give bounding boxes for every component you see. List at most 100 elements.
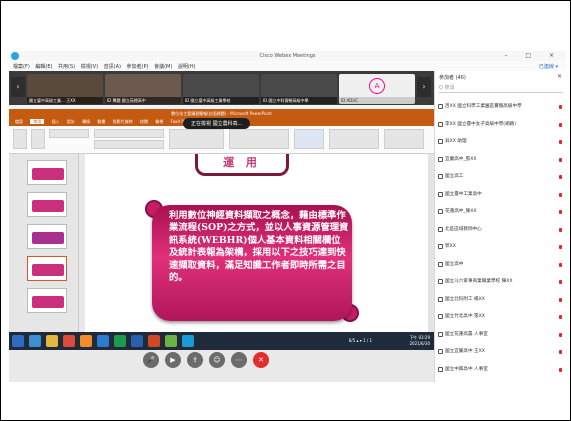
participant-item[interactable]: 呂XX 國立科學工業園區實驗高級中學 [435,98,566,116]
menu-participants[interactable]: 參加者(P) [127,64,149,70]
firefox-icon[interactable] [80,335,92,347]
slide-thumbnail[interactable] [27,288,67,313]
line-icon[interactable] [165,335,177,347]
slide-thumbnail[interactable] [27,224,67,249]
muted-mic-icon[interactable] [559,192,562,197]
muted-mic-icon[interactable] [559,332,562,337]
ppt-tab[interactable]: 轉換 [82,119,90,124]
video-tile-avatar[interactable]: A ID ADUC [339,74,415,104]
participant-item[interactable]: 國立中興高中 人事室 [435,361,566,379]
edge-icon[interactable] [97,335,109,347]
participant-item[interactable]: 翁XX 助理 [435,133,566,151]
video-icon[interactable]: ▶ [165,352,181,368]
participant-item[interactable]: 國立北科附工 楊XX [435,291,566,309]
muted-mic-icon[interactable] [559,280,562,284]
participant-item[interactable]: 李XX 國立臺中女子高級中學(網路) [435,116,566,134]
quick-styles-button[interactable] [294,129,324,149]
menu-edit[interactable]: 編輯(E) [35,64,52,70]
paste-button[interactable] [13,129,27,149]
powerpoint-icon[interactable] [148,335,160,347]
connection-status[interactable]: 已連線 ▾ [539,63,558,70]
participant-item[interactable]: 國立臺中工業高中 [435,186,566,204]
slide-thumbnail[interactable] [27,192,67,217]
strip-next-button[interactable]: › [417,77,431,97]
muted-mic-icon[interactable] [559,175,562,179]
shape-fill-group[interactable] [329,129,379,149]
muted-mic-icon[interactable] [559,315,562,319]
ppt-tab[interactable]: 投影片放映 [113,119,133,124]
ppt-tab[interactable]: 插入 [52,119,60,124]
window-controls[interactable]: – □ × [504,52,562,59]
layout-button[interactable] [49,129,89,138]
participant-item[interactable]: 國立竹北高中 張XX [435,308,566,326]
muted-mic-icon[interactable] [559,157,562,162]
close-icon[interactable]: ✕ [557,73,562,80]
participant-item[interactable]: 國立高中 [435,256,566,274]
participant-item[interactable]: 郭XX [435,238,566,256]
muted-mic-icon[interactable] [559,350,562,354]
menu-meeting[interactable]: 會議(M) [154,64,172,70]
video-tile[interactable]: ID 國立中科實驗高級中學 [261,74,337,104]
participant-item[interactable]: 宜蘭高中_張XX [435,151,566,169]
word-icon[interactable] [131,335,143,347]
excel-icon[interactable] [114,335,126,347]
ppt-tab[interactable]: 校閱 [140,119,148,124]
muted-mic-icon[interactable] [559,122,562,127]
ppt-tab[interactable]: 檔案 [15,119,23,124]
ppt-tab[interactable]: 檢視 [155,119,163,124]
start-icon[interactable] [12,335,24,347]
ppt-tab[interactable]: 設計 [67,119,75,124]
folder-icon[interactable] [46,335,58,347]
muted-mic-icon[interactable] [559,227,562,232]
share-icon[interactable]: ⇪ [187,352,203,368]
participant-item[interactable]: 國立花蓮高農 人事室 [435,326,566,344]
drawing-shapes[interactable] [229,129,289,149]
participant-item[interactable]: 花蓮高中_陳XX [435,203,566,221]
paragraph-group[interactable] [169,129,224,149]
video-tile[interactable]: ID 專題 國立苑裡高中 [105,74,181,104]
menu-file[interactable]: 檔案(F) [13,64,30,70]
ppt-tab[interactable]: 動畫 [97,119,105,124]
participants-icon[interactable]: ☺ [209,352,225,368]
editing-group[interactable] [384,129,424,149]
participant-name: 呂XX 國立科學工業園區實驗高級中學 [445,104,522,109]
video-caption: 國立臺中高級工業... 王XX [27,97,103,104]
muted-mic-icon[interactable] [559,140,562,144]
font-format-group[interactable] [94,140,164,149]
menu-audio[interactable]: 音訊(A) [104,64,121,70]
menu-share[interactable]: 共用(S) [58,64,75,70]
participant-item[interactable]: 國立斗六家事商業職業學校 陳XX [435,273,566,291]
mute-icon[interactable]: 🎤 [143,352,159,368]
participant-item[interactable]: 國立宜蘭高中 王XX [435,343,566,361]
strip-prev-button[interactable]: ‹ [11,77,25,97]
explorer-icon[interactable] [29,335,41,347]
video-tile[interactable]: 國立臺中高級工業... 王XX [27,74,103,104]
menu-view[interactable]: 檢視(V) [81,64,98,70]
muted-mic-icon[interactable] [559,245,562,249]
font-box[interactable] [94,129,164,138]
more-icon[interactable]: ⋯ [231,352,247,368]
participant-name: 翁XX 助理 [445,139,467,144]
participant-search-input[interactable]: Q 搜尋 [439,84,563,93]
muted-mic-icon[interactable] [559,105,562,109]
ppt-tab-active[interactable]: 常用 [30,119,45,124]
video-tile[interactable]: ID 國立臺中高級工業學校 [183,74,259,104]
muted-mic-icon[interactable] [559,210,562,214]
participant-item[interactable]: 國立高工 [435,168,566,186]
new-slide-button[interactable] [31,129,45,149]
person-icon [438,174,443,179]
share-banner[interactable]: 正在檢視 國立農科高... [183,118,251,129]
muted-mic-icon[interactable] [559,367,562,372]
participant-item[interactable]: 北區區域教師中心 [435,221,566,239]
person-icon [438,156,443,162]
muted-mic-icon[interactable] [559,297,562,302]
slide-canvas[interactable]: 運 用 利用數位神經資料擷取之概念，藉由標準作業流程(SOP)之方式，並以人事資… [85,154,434,332]
end-call-icon[interactable]: ✕ [253,352,269,368]
muted-mic-icon[interactable] [559,262,562,267]
chrome-icon[interactable] [63,335,75,347]
slide-thumbnail[interactable] [27,160,67,185]
slide-thumbnail-selected[interactable] [27,256,67,281]
menu-help[interactable]: 說明(H) [178,64,196,70]
webex-icon[interactable] [182,335,194,347]
video-caption: ID 國立中科實驗高級中學 [261,97,337,104]
